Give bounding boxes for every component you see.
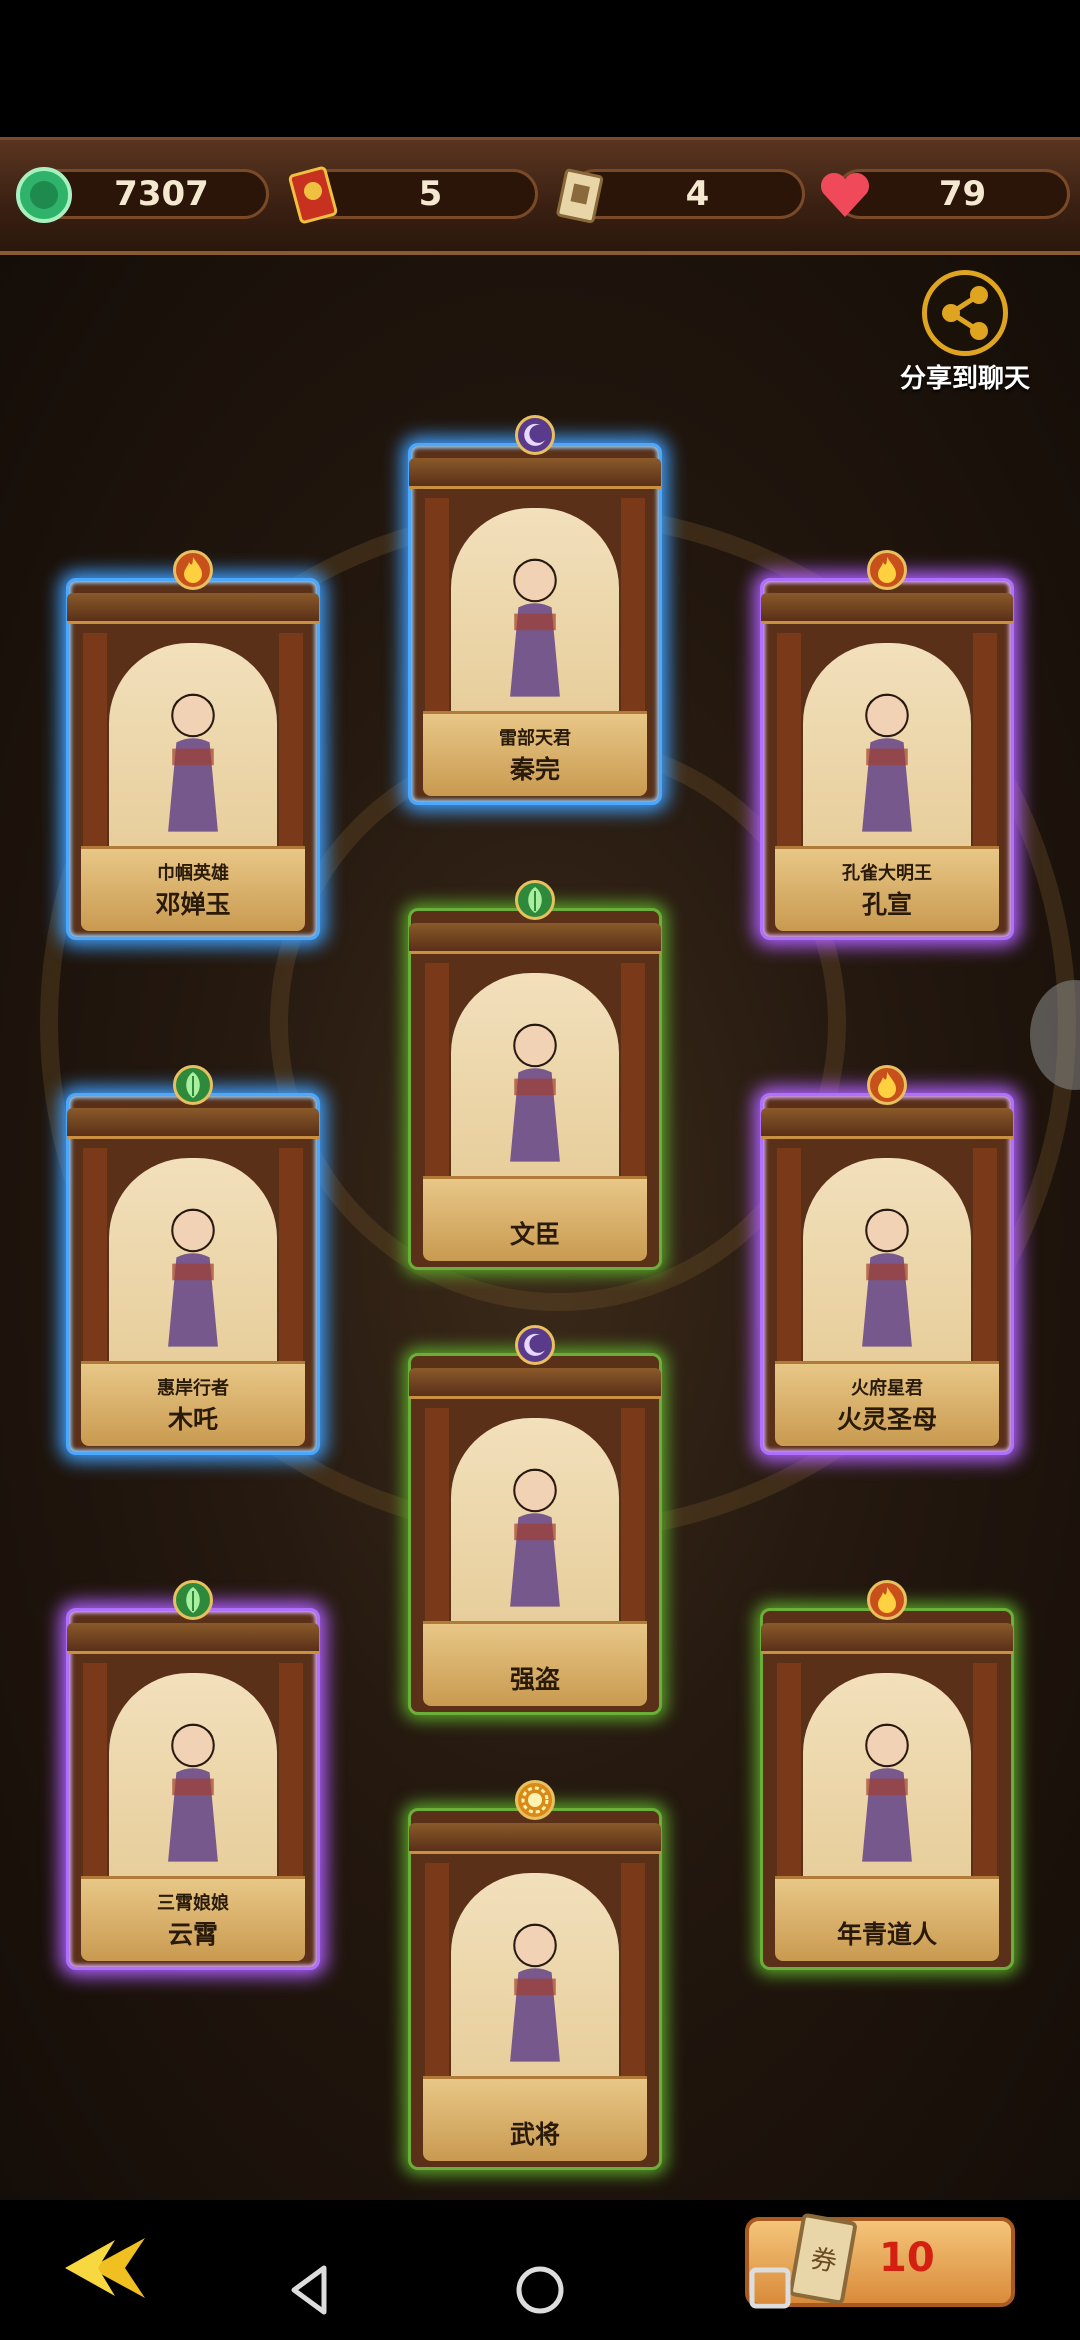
share-to-chat-button[interactable]: 分享到聊天 — [890, 270, 1040, 394]
hero-name: 秦完 — [509, 755, 560, 784]
hero-card[interactable]: 火府星君 火灵圣母 — [752, 1065, 1022, 1455]
hero-name: 年青道人 — [836, 1920, 937, 1949]
leaf-element-icon — [515, 880, 555, 920]
hero-name: 云霄 — [167, 1920, 218, 1949]
ticket-counter[interactable]: 4 — [550, 165, 805, 225]
hero-card[interactable]: 武将 — [400, 1780, 670, 2170]
hero-portrait — [471, 1006, 599, 1172]
ticket-icon: 券 — [789, 2213, 857, 2305]
leaf-element-icon — [173, 1065, 213, 1105]
hero-title: 巾帼英雄 — [157, 863, 229, 884]
jade-counter[interactable]: 7307 — [14, 165, 269, 225]
hero-card[interactable]: 年青道人 — [752, 1580, 1022, 1970]
svg-text:券: 券 — [808, 2244, 839, 2278]
hero-title: 孔雀大明王 — [842, 863, 932, 884]
hero-card[interactable]: 三霄娘娘 云霄 — [58, 1580, 328, 1970]
status-area — [0, 0, 1080, 137]
hero-portrait — [471, 1906, 599, 2072]
fire-element-icon — [867, 1580, 907, 1620]
hero-title: 三霄娘娘 — [157, 1893, 229, 1914]
share-icon — [922, 270, 1008, 356]
hero-name: 孔宣 — [861, 890, 912, 919]
moon-element-icon — [515, 1325, 555, 1365]
hero-name: 强盗 — [509, 1665, 560, 1694]
hero-portrait — [129, 1191, 257, 1357]
fire-element-icon — [867, 1065, 907, 1105]
fire-element-icon — [867, 550, 907, 590]
moon-element-icon — [515, 415, 555, 455]
hero-card[interactable]: 强盗 — [400, 1325, 670, 1715]
hero-portrait — [129, 1706, 257, 1872]
hero-name: 木吒 — [167, 1405, 218, 1434]
hero-card[interactable]: 文臣 — [400, 880, 670, 1270]
system-back-icon[interactable] — [286, 2262, 332, 2318]
system-home-icon[interactable] — [514, 2262, 566, 2318]
sun-element-icon — [515, 1780, 555, 1820]
hero-portrait — [823, 1191, 951, 1357]
heart-counter[interactable]: 79 — [815, 165, 1070, 225]
system-recents-icon[interactable] — [748, 2266, 792, 2310]
hero-name: 火灵圣母 — [836, 1405, 937, 1434]
leaf-element-icon — [173, 1580, 213, 1620]
hero-card[interactable]: 孔雀大明王 孔宣 — [752, 550, 1022, 940]
hero-name: 文臣 — [509, 1220, 560, 1249]
back-arrow-icon[interactable] — [60, 2228, 150, 2308]
hero-portrait — [129, 676, 257, 842]
hero-title: 火府星君 — [851, 1378, 923, 1399]
fire-element-icon — [173, 550, 213, 590]
hero-name: 武将 — [509, 2120, 560, 2149]
hero-name: 邓婵玉 — [155, 890, 231, 919]
hero-portrait — [823, 1706, 951, 1872]
hero-portrait — [471, 1451, 599, 1617]
hero-title: 惠岸行者 — [157, 1378, 229, 1399]
scroll-counter[interactable]: 5 — [283, 165, 538, 225]
hero-card[interactable]: 巾帼英雄 邓婵玉 — [58, 550, 328, 940]
hero-card[interactable]: 雷部天君 秦完 — [400, 415, 670, 805]
hero-card[interactable]: 惠岸行者 木吒 — [58, 1065, 328, 1455]
hero-title: 雷部天君 — [499, 728, 571, 749]
resource-bar: 7307 5 4 79 — [0, 137, 1080, 255]
hero-portrait — [471, 541, 599, 707]
hero-portrait — [823, 676, 951, 842]
